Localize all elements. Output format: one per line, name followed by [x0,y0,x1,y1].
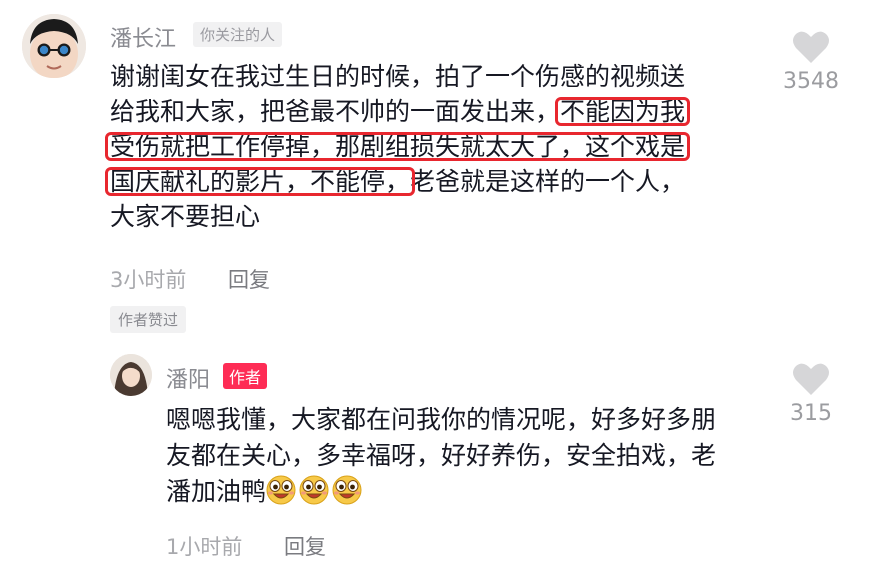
author-liked-badge: 作者赞过 [110,306,187,333]
avatar-panyang[interactable] [110,354,152,396]
comment-line: 谢谢闺女在我过生日的时候，拍了一个伤感的视频送 [110,62,686,91]
avatar-panchangjiang[interactable] [22,14,86,78]
reply-button[interactable]: 回复 [228,264,270,294]
reply-line: 潘加油鸭 [166,474,776,510]
heart-outline-icon[interactable] [792,362,830,396]
comment-line: 受伤就把工作停掉，那剧组损失就太大了，这个戏是 [110,129,770,164]
follow-badge: 你关注的人 [193,22,283,47]
like-count: 3548 [783,69,839,94]
like-count: 315 [790,401,832,426]
avatar-image [22,14,86,78]
avatar-image [110,354,152,396]
smile-emoji-icon [299,475,329,505]
author-badge: 作者 [223,363,268,389]
comment-line: 大家不要担心 [110,202,261,231]
comment-username[interactable]: 潘长江 [110,21,176,53]
comment-text: 谢谢闺女在我过生日的时候，拍了一个伤感的视频送 给我和大家，把爸最不帅的一面发出… [110,59,770,234]
heart-outline-icon[interactable] [792,30,830,64]
highlight-box: 不能因为我 [560,97,686,126]
reply-text: 嗯嗯我懂，大家都在问我你的情况呢，好多好多朋 友都在关心，多幸福呀，好好养伤，安… [166,402,776,510]
reply-line: 嗯嗯我懂，大家都在问我你的情况呢，好多好多朋 [166,405,717,434]
smile-emoji-icon [332,475,362,505]
comment-timestamp: 3小时前 [110,268,187,292]
reply-timestamp: 1小时前 [166,535,243,559]
smile-emoji-icon [266,475,296,505]
highlight-box: 国庆献礼的影片，不能停， [110,167,411,196]
reply-line: 友都在关心，多幸福呀，好好养伤，安全拍戏，老 [166,441,717,470]
highlight-box: 受伤就把工作停掉，那剧组损失就太大了，这个戏是 [110,132,686,161]
comment-line: 给我和大家，把爸最不帅的一面发出来，不能因为我 [110,97,686,126]
reply-button[interactable]: 回复 [284,531,326,561]
reply-username[interactable]: 潘阳 [166,362,210,394]
comment-line: 国庆献礼的影片，不能停，老爸就是这样的一个人， [110,167,686,196]
